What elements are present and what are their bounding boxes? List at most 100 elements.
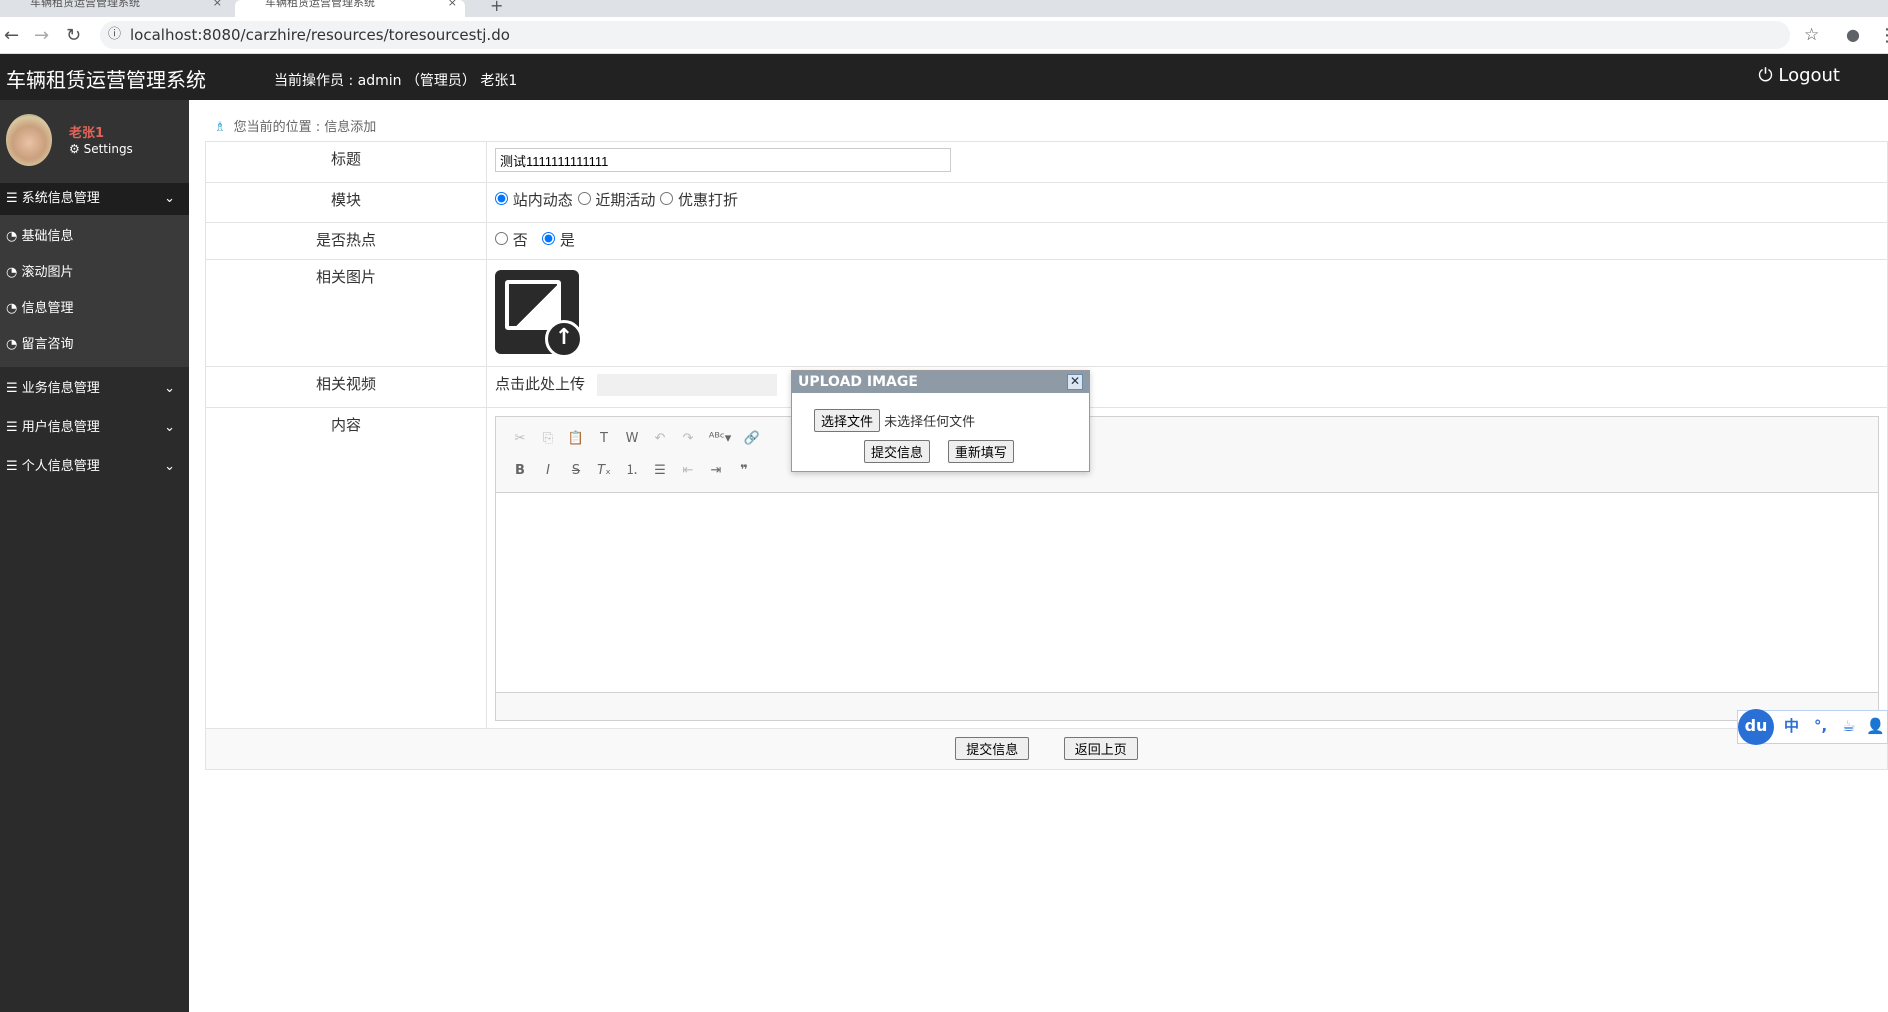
rss-icon: ◔ — [6, 229, 18, 244]
sidebar-item-basic-info[interactable]: ◔ 基础信息 — [0, 219, 189, 255]
close-tab-icon[interactable]: × — [213, 0, 222, 8]
bookmark-star-icon[interactable]: ☆ — [1804, 25, 1819, 45]
paste-word-icon[interactable]: W — [618, 423, 646, 455]
copy-icon[interactable]: ⎘ — [534, 423, 562, 455]
menu-personal-info[interactable]: ☰ 个人信息管理 ⌄ — [0, 451, 189, 483]
user-profile: 老张1 ⚙ Settings — [0, 100, 189, 183]
reload-icon[interactable]: ↻ — [66, 25, 81, 46]
logout-button[interactable]: ⏻ Logout — [1758, 65, 1840, 86]
url-input[interactable]: ⓘ localhost:8080/carzhire/resources/tores… — [100, 21, 1790, 49]
rss-icon: ◔ — [6, 337, 18, 352]
bold-icon[interactable]: B — [506, 455, 534, 487]
italic-icon[interactable]: I — [534, 455, 562, 487]
sidebar: 老张1 ⚙ Settings ☰ 系统信息管理 ⌄ ◔ 基础信息 ◔ 滚动图片 ◔… — [0, 100, 189, 1012]
dialog-titlebar: UPLOAD IMAGE ✕ — [792, 371, 1089, 393]
video-upload-link[interactable]: 点击此处上传 — [495, 375, 585, 393]
address-bar-row: ← → ↻ ⓘ localhost:8080/carzhire/resources… — [0, 17, 1888, 54]
cut-icon[interactable]: ✂ — [506, 423, 534, 455]
title-label: 标题 — [205, 141, 487, 183]
link-icon[interactable]: 🔗 — [738, 423, 766, 455]
rich-text-editor: ✂ ⎘ 📋 T W ↶ ↷ ᴬᴮᶜ▾ 🔗 B I S Tₓ ⒈ ☰ ⇤ ⇥ ❞ — [495, 416, 1879, 721]
avatar — [6, 114, 52, 166]
redo-icon[interactable]: ↷ — [674, 423, 702, 455]
dialog-reset-button[interactable]: 重新填写 — [947, 440, 1014, 463]
submit-button[interactable]: 提交信息 — [955, 737, 1030, 760]
baidu-ime-logo[interactable]: du — [1738, 709, 1774, 745]
ime-toolbar: du 中 °, ☕ 👤 — [1737, 709, 1888, 745]
new-tab-button[interactable]: + — [490, 0, 503, 15]
list-icon: ☰ — [6, 420, 18, 435]
user-icon[interactable]: 👤 — [1866, 711, 1885, 741]
title-input[interactable] — [495, 148, 951, 172]
choose-file-button[interactable]: 选择文件 — [814, 409, 881, 432]
dialog-submit-button[interactable]: 提交信息 — [864, 440, 931, 463]
strike-icon[interactable]: S — [562, 455, 590, 487]
module-label: 模块 — [205, 182, 487, 223]
spellcheck-icon[interactable]: ᴬᴮᶜ▾ — [702, 423, 738, 455]
back-button[interactable]: 返回上页 — [1063, 737, 1138, 760]
blockquote-icon[interactable]: ❞ — [730, 455, 758, 487]
outdent-icon[interactable]: ⇤ — [674, 455, 702, 487]
profile-icon[interactable]: ● — [1846, 25, 1860, 44]
remove-format-icon[interactable]: Tₓ — [590, 455, 618, 487]
editor-toolbar: ✂ ⎘ 📋 T W ↶ ↷ ᴬᴮᶜ▾ 🔗 B I S Tₓ ⒈ ☰ ⇤ ⇥ ❞ — [496, 417, 1878, 493]
list-icon: ☰ — [6, 191, 18, 206]
submenu-system-info: ◔ 基础信息 ◔ 滚动图片 ◔ 信息管理 ◔ 留言咨询 — [0, 215, 189, 367]
power-icon: ⏻ — [1758, 65, 1779, 86]
gear-icon: ⚙ — [69, 142, 80, 156]
operator-info: 当前操作员 : admin （管理员） 老张1 — [274, 73, 518, 89]
close-tab-icon[interactable]: × — [448, 0, 457, 8]
module-radio-news[interactable]: 站内动态 — [495, 191, 573, 209]
menu-business-info[interactable]: ☰ 业务信息管理 ⌄ — [0, 373, 189, 405]
indent-icon[interactable]: ⇥ — [702, 455, 730, 487]
sidebar-item-info-manage[interactable]: ◔ 信息管理 — [0, 291, 189, 327]
no-file-text: 未选择任何文件 — [884, 415, 976, 430]
close-icon[interactable]: ✕ — [1067, 374, 1083, 390]
hot-radio-group: 否 是 — [486, 222, 1888, 260]
cup-icon[interactable]: ☕ — [1842, 711, 1855, 741]
paste-icon[interactable]: 📋 — [562, 423, 590, 455]
list-icon: ☰ — [6, 381, 18, 396]
browser-tab[interactable]: 车辆租赁运营管理系统 × — [0, 0, 230, 17]
video-progress — [597, 373, 778, 396]
list-icon: ☰ — [6, 459, 18, 474]
sidebar-item-messages[interactable]: ◔ 留言咨询 — [0, 327, 189, 363]
back-icon[interactable]: ← — [4, 25, 19, 46]
chevron-down-icon: ⌄ — [164, 381, 175, 396]
sidebar-item-carousel[interactable]: ◔ 滚动图片 — [0, 255, 189, 291]
punctuation-icon[interactable]: °, — [1814, 711, 1827, 741]
editor-footer — [496, 692, 1878, 720]
module-radio-discount[interactable]: 优惠打折 — [660, 191, 738, 209]
bullet-list-icon[interactable]: ☰ — [646, 455, 674, 487]
hot-radio-yes[interactable]: 是 — [542, 231, 575, 249]
menu-user-info[interactable]: ☰ 用户信息管理 ⌄ — [0, 412, 189, 444]
ime-mode[interactable]: 中 — [1784, 711, 1799, 741]
menu-icon[interactable]: ⋮ — [1878, 25, 1888, 46]
rss-icon: ◔ — [6, 265, 18, 280]
module-radio-group: 站内动态 近期活动 优惠打折 — [486, 182, 1888, 223]
browser-tab-bar: 车辆租赁运营管理系统 × 车辆租赁运营管理系统 × + — [0, 0, 1888, 17]
undo-icon[interactable]: ↶ — [646, 423, 674, 455]
info-icon: ⓘ — [108, 27, 122, 42]
content-label: 内容 — [205, 407, 487, 729]
image-upload-button[interactable]: ↑ — [495, 270, 583, 358]
hot-radio-no[interactable]: 否 — [495, 231, 528, 249]
rss-icon: ◔ — [6, 301, 18, 316]
browser-tab-active[interactable]: 车辆租赁运营管理系统 × — [235, 0, 465, 17]
user-name: 老张1 — [69, 126, 105, 141]
settings-link[interactable]: ⚙ Settings — [69, 142, 133, 156]
forward-icon[interactable]: → — [34, 25, 49, 46]
chevron-down-icon: ⌄ — [164, 459, 175, 474]
chevron-down-icon: ⌄ — [164, 420, 175, 435]
image-label: 相关图片 — [205, 259, 487, 367]
app-header: 车辆租赁运营管理系统 当前操作员 : admin （管理员） 老张1 ⏻ Log… — [0, 54, 1888, 100]
upload-arrow-icon: ↑ — [545, 320, 583, 358]
paste-text-icon[interactable]: T — [590, 423, 618, 455]
menu-system-info[interactable]: ☰ 系统信息管理 ⌄ — [0, 183, 189, 215]
hot-label: 是否热点 — [205, 222, 487, 260]
location-icon: ♗ — [214, 120, 226, 135]
breadcrumb: ♗ 您当前的位置 : 信息添加 — [214, 120, 377, 135]
module-radio-activity[interactable]: 近期活动 — [577, 191, 655, 209]
upload-image-dialog: UPLOAD IMAGE ✕ 选择文件 未选择任何文件 提交信息 重新填写 — [791, 370, 1090, 472]
numbered-list-icon[interactable]: ⒈ — [618, 455, 646, 487]
